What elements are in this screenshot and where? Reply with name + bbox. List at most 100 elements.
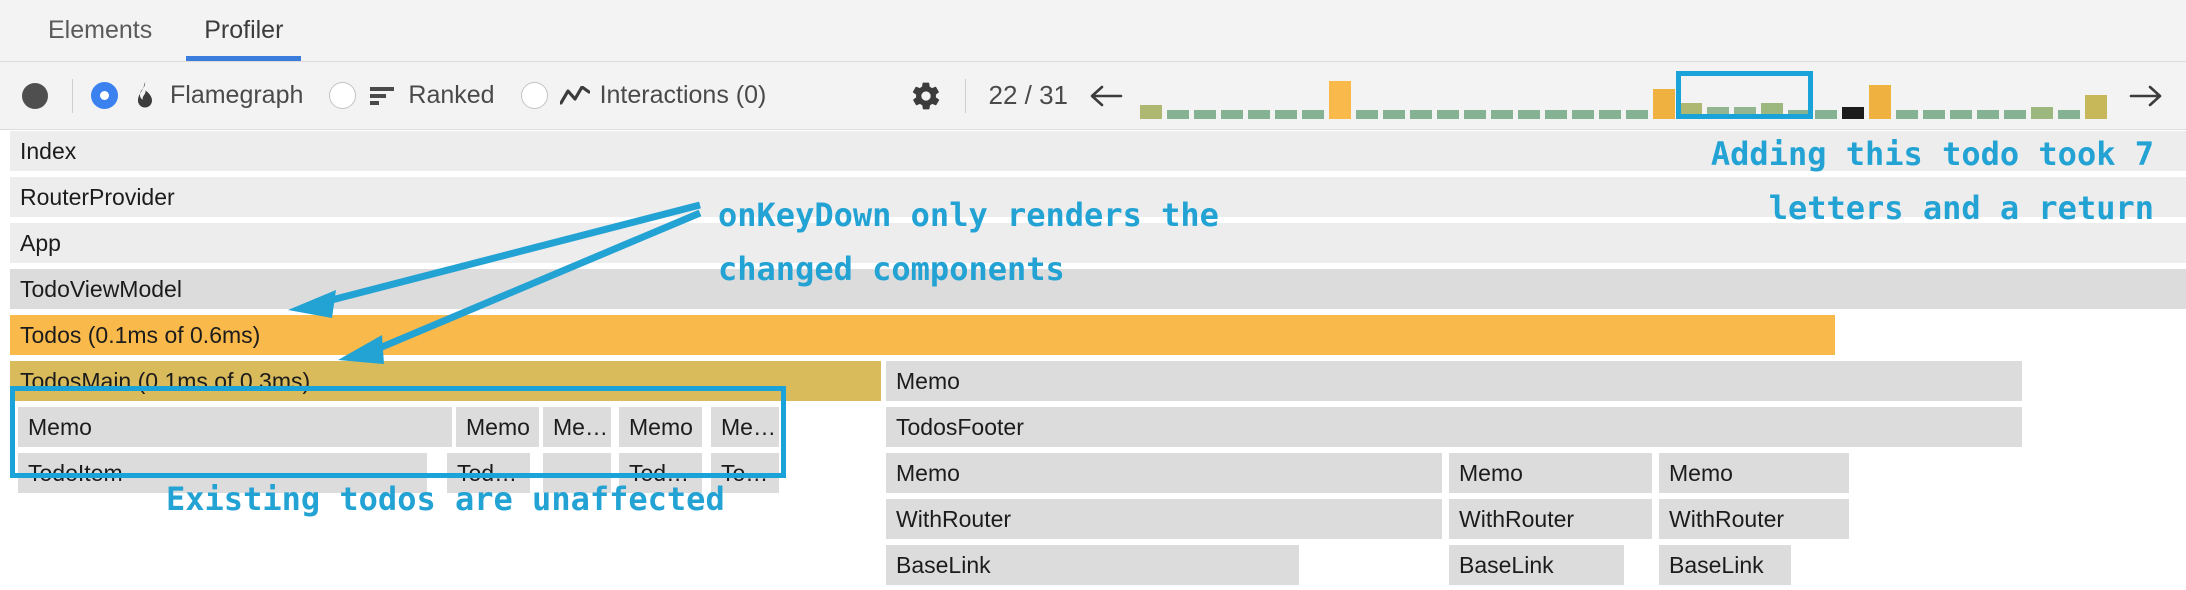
snapshot-bar[interactable] <box>1734 106 1756 119</box>
snapshot-bar[interactable] <box>1329 80 1351 119</box>
toolbar-divider <box>72 78 73 113</box>
flamegraph-row: Todos (0.1ms of 0.6ms) <box>0 315 2186 355</box>
flamegraph-cell[interactable]: Memo <box>456 407 539 447</box>
snapshot-bar[interactable] <box>1545 109 1567 119</box>
snapshot-bar[interactable] <box>1464 109 1486 119</box>
radio-unselected-icon[interactable] <box>329 82 357 109</box>
view-mode-flamegraph-label: Flamegraph <box>170 81 304 109</box>
flamegraph-row: Memo Memo Me… Memo Me… TodosFooter <box>0 407 2186 447</box>
snapshot-bar[interactable] <box>1896 109 1918 119</box>
snapshot-bar[interactable] <box>2031 106 2053 119</box>
flamegraph-cell[interactable]: BaseLink <box>886 545 1299 585</box>
view-mode-interactions[interactable]: Interactions (0) <box>520 81 767 110</box>
arrow-right-icon[interactable] <box>2124 76 2168 116</box>
flamegraph-cell[interactable]: Memo <box>886 453 1442 493</box>
flamegraph-cell[interactable]: Me… <box>711 407 779 447</box>
flamegraph-cell[interactable]: TodoViewModel <box>10 269 2186 309</box>
flamegraph-row: App <box>0 223 2186 263</box>
record-button[interactable] <box>22 82 48 109</box>
snapshot-bar[interactable] <box>1653 88 1675 119</box>
arrow-left-icon[interactable] <box>1084 76 1128 116</box>
flamegraph-row: BaseLink BaseLink BaseLink <box>0 545 2186 585</box>
view-mode-ranked[interactable]: Ranked <box>329 81 495 110</box>
flamegraph-cell[interactable]: Tod… <box>447 453 530 493</box>
snapshot-bar[interactable] <box>1383 109 1405 119</box>
snapshot-bar[interactable] <box>1302 109 1324 119</box>
snapshot-bar[interactable] <box>1869 84 1891 119</box>
flamegraph-cell[interactable]: Memo <box>1449 453 1652 493</box>
flamegraph-cell[interactable]: WithRouter <box>1659 499 1849 539</box>
view-mode-flamegraph[interactable]: Flamegraph <box>91 81 303 110</box>
view-mode-ranked-label: Ranked <box>408 81 495 109</box>
flamegraph-panel: BaseLink BaseLink BaseLink WithRouter WithRo… <box>0 131 2186 590</box>
tab-profiler[interactable]: Profiler <box>178 0 309 61</box>
snapshot-bar[interactable] <box>1140 104 1162 119</box>
flamegraph-row: Index <box>0 131 2186 171</box>
toolbar-right-group: 22 / 31 <box>909 70 2168 119</box>
flamegraph-cell[interactable]: TodosMain (0.1ms of 0.3ms) <box>10 361 881 401</box>
flamegraph-cell[interactable]: Memo <box>18 407 452 447</box>
snapshot-bar[interactable] <box>1410 109 1432 119</box>
flamegraph-row: TodoViewModel <box>0 269 2186 309</box>
snapshot-bar[interactable] <box>1221 109 1243 119</box>
flamegraph-cell[interactable]: Tod… <box>619 453 702 493</box>
flamegraph-cell[interactable]: Memo <box>886 361 2022 401</box>
zigzag-line-icon <box>559 82 590 110</box>
view-mode-interactions-label: Interactions (0) <box>599 81 767 109</box>
snapshot-bar[interactable] <box>1950 109 1972 119</box>
snapshot-bar[interactable] <box>2004 109 2026 119</box>
snapshot-bar[interactable] <box>1167 109 1189 119</box>
snapshot-bar[interactable] <box>1275 109 1297 119</box>
snapshot-bar[interactable] <box>1761 102 1783 119</box>
flamegraph-cell[interactable]: Memo <box>619 407 702 447</box>
flamegraph-cell[interactable]: Todos (0.1ms of 0.6ms) <box>10 315 1835 355</box>
view-mode-radio-group: Flamegraph Ranked Interactions (0) <box>91 81 792 110</box>
snapshot-bar[interactable] <box>1437 109 1459 119</box>
flamegraph-cell[interactable]: BaseLink <box>1449 545 1624 585</box>
snapshot-bar[interactable] <box>1491 109 1513 119</box>
snapshot-strip[interactable] <box>1138 70 2114 119</box>
gear-icon[interactable] <box>909 79 943 113</box>
profiler-toolbar: Flamegraph Ranked Interactions (0) 22 / … <box>0 62 2186 130</box>
snapshot-bar[interactable] <box>1356 109 1378 119</box>
flamegraph-cell[interactable]: TodoItem <box>18 453 427 493</box>
devtools-tabbar: Elements Profiler <box>0 0 2186 62</box>
flamegraph-cell[interactable]: WithRouter <box>886 499 1442 539</box>
flamegraph-cell[interactable]: To… <box>711 453 779 493</box>
bar-list-icon <box>368 82 398 110</box>
flamegraph-cell[interactable]: BaseLink <box>1659 545 1791 585</box>
snapshot-bar[interactable] <box>1680 102 1702 119</box>
flamegraph-row: RouterProvider <box>0 177 2186 217</box>
snapshot-bar[interactable] <box>2085 94 2107 119</box>
flame-icon <box>130 81 160 110</box>
snapshot-bar[interactable] <box>1194 109 1216 119</box>
flamegraph-cell[interactable]: TodosFooter <box>886 407 2022 447</box>
flamegraph-cell[interactable]: Memo <box>1659 453 1849 493</box>
snapshot-bar[interactable] <box>1977 109 1999 119</box>
snapshot-bar[interactable] <box>1842 106 1864 119</box>
tab-elements[interactable]: Elements <box>22 0 178 61</box>
snapshot-bar[interactable] <box>2058 109 2080 119</box>
snapshot-bar[interactable] <box>1707 106 1729 119</box>
flamegraph-cell[interactable] <box>543 453 611 493</box>
snapshot-bar[interactable] <box>1599 109 1621 119</box>
snapshot-bar[interactable] <box>1815 109 1837 119</box>
flamegraph-cell[interactable]: WithRouter <box>1449 499 1652 539</box>
flamegraph-cell[interactable]: Me… <box>543 407 611 447</box>
flamegraph-row: TodosMain (0.1ms of 0.3ms) Memo <box>0 361 2186 401</box>
snapshot-bar[interactable] <box>1518 109 1540 119</box>
flamegraph-row: WithRouter WithRouter WithRouter <box>0 499 2186 539</box>
snapshot-bar[interactable] <box>1248 109 1270 119</box>
flamegraph-row: TodoItem Tod… Tod… To… Memo Memo Memo <box>0 453 2186 493</box>
flamegraph-cell[interactable]: App <box>10 223 2186 263</box>
snapshot-bar[interactable] <box>1572 109 1594 119</box>
flamegraph-cell[interactable]: Index <box>10 131 2186 171</box>
snapshot-bar[interactable] <box>1626 109 1648 119</box>
flamegraph-cell[interactable]: RouterProvider <box>10 177 2186 217</box>
snapshot-bar[interactable] <box>1788 109 1810 119</box>
snapshot-bar[interactable] <box>1923 109 1945 119</box>
radio-selected-icon[interactable] <box>91 82 118 109</box>
radio-unselected-icon[interactable] <box>520 82 548 109</box>
tab-elements-label: Elements <box>48 16 153 44</box>
toolbar-divider <box>965 78 967 113</box>
